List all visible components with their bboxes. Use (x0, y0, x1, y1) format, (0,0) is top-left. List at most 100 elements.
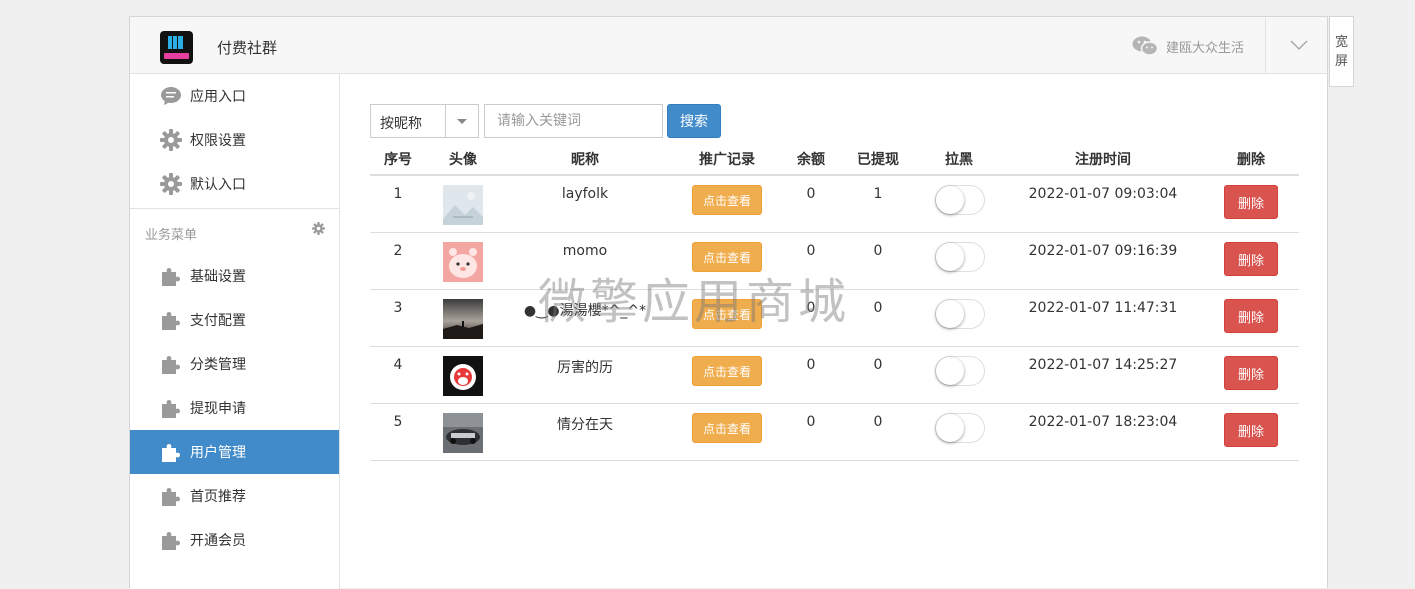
column-header: 删除 (1237, 152, 1265, 168)
delete-button[interactable]: 删除 (1224, 185, 1278, 219)
delete-button[interactable]: 删除 (1224, 413, 1278, 447)
register-time: 2022-01-07 09:16:39 (1028, 243, 1178, 259)
wechat-icon (1132, 36, 1158, 56)
chat-bubble-icon (160, 85, 182, 107)
gear-icon (160, 173, 182, 195)
sidebar-item-open-membership[interactable]: 开通会员 (130, 518, 339, 562)
delete-button[interactable]: 删除 (1224, 299, 1278, 333)
toggle-knob (936, 186, 964, 214)
sidebar-item-home-recommend[interactable]: 首页推荐 (130, 474, 339, 518)
balance: 0 (806, 186, 816, 202)
column-header: 拉黑 (945, 152, 973, 168)
withdrawn: 0 (873, 300, 883, 316)
top-divider (1265, 17, 1266, 74)
nickname: momo (562, 243, 608, 259)
search-button[interactable]: 搜索 (667, 104, 721, 138)
puzzle-icon (160, 265, 182, 287)
nickname: ●‿●湯湯櫻*^_^* (523, 303, 647, 319)
sidebar-item-label: 支付配置 (190, 313, 246, 329)
top-bar: 付费社群 建瓯大众生活 (130, 17, 1327, 74)
row-index: 4 (393, 357, 403, 373)
gear-icon[interactable] (312, 222, 325, 235)
sidebar-item-permissions[interactable]: 权限设置 (130, 118, 339, 162)
sidebar-divider (130, 208, 339, 209)
search-field-select[interactable]: 按昵称 (370, 104, 479, 138)
withdrawn: 0 (873, 243, 883, 259)
sidebar-item-label: 开通会员 (190, 533, 246, 549)
sidebar-item-user-manage[interactable]: 用户管理 (130, 430, 339, 474)
delete-button[interactable]: 删除 (1224, 356, 1278, 390)
balance: 0 (806, 414, 816, 430)
withdrawn: 0 (873, 357, 883, 373)
row-index: 2 (393, 243, 403, 259)
row-index: 3 (393, 300, 403, 316)
nickname: layfolk (561, 186, 609, 202)
column-header: 余额 (797, 152, 825, 168)
account-name: 建瓯大众生活 (1166, 40, 1245, 56)
view-referrals-button[interactable]: 点击查看 (692, 299, 762, 329)
column-header: 头像 (449, 152, 477, 168)
sidebar-section-title: 业务菜单 (145, 228, 198, 243)
sidebar-item-basic-settings[interactable]: 基础设置 (130, 254, 339, 298)
puzzle-icon (160, 353, 182, 375)
table-row: 5 情分在天 点击查看 0 0 2022-01-07 18:23:04 删除 (370, 404, 1299, 461)
view-referrals-button[interactable]: 点击查看 (692, 242, 762, 272)
sidebar-item-app-entry[interactable]: 应用入口 (130, 74, 339, 118)
chevron-down-icon[interactable] (1290, 39, 1308, 51)
blacklist-toggle[interactable] (935, 185, 985, 215)
column-header: 已提现 (857, 152, 899, 168)
sidebar-item-label: 权限设置 (190, 133, 246, 149)
app-title: 付费社群 (217, 39, 278, 57)
sidebar-item-category-manage[interactable]: 分类管理 (130, 342, 339, 386)
select-divider (445, 105, 446, 137)
view-referrals-button[interactable]: 点击查看 (692, 413, 762, 443)
view-referrals-button[interactable]: 点击查看 (692, 356, 762, 386)
sidebar-item-payment-config[interactable]: 支付配置 (130, 298, 339, 342)
view-referrals-button[interactable]: 点击查看 (692, 185, 762, 215)
gear-icon (160, 129, 182, 151)
blacklist-toggle[interactable] (935, 356, 985, 386)
nickname: 厉害的历 (557, 360, 613, 376)
avatar (443, 185, 483, 225)
avatar (443, 242, 483, 282)
column-header: 注册时间 (1075, 152, 1131, 168)
sidebar-item-label: 默认入口 (190, 177, 246, 193)
blacklist-toggle[interactable] (935, 413, 985, 443)
avatar (443, 413, 483, 453)
blacklist-toggle[interactable] (935, 299, 985, 329)
register-time: 2022-01-07 18:23:04 (1028, 414, 1178, 430)
puzzle-icon (160, 309, 182, 331)
wide-screen-toggle[interactable]: 宽屏 (1329, 16, 1354, 87)
table-row: 4 厉害的历 点击查看 0 0 2022-01-07 14:25:27 删除 (370, 347, 1299, 404)
register-time: 2022-01-07 14:25:27 (1028, 357, 1178, 373)
sidebar: 应用入口 权限设置 默认入口 业务菜单 基础设置支付配置分类管理提现申请用户管理… (130, 74, 340, 589)
blacklist-toggle[interactable] (935, 242, 985, 272)
toggle-knob (936, 414, 964, 442)
delete-button[interactable]: 删除 (1224, 242, 1278, 276)
account-switcher[interactable]: 建瓯大众生活 (1132, 36, 1244, 56)
search-field-value: 按昵称 (380, 116, 422, 132)
sidebar-item-label: 应用入口 (190, 89, 246, 105)
app-frame: 付费社群 建瓯大众生活 应用入口 权限设置 默认入口 业务菜单 基础设置 支付配… (129, 16, 1328, 589)
toggle-knob (936, 243, 964, 271)
search-input[interactable] (484, 104, 663, 138)
row-index: 5 (393, 414, 403, 430)
avatar (443, 356, 483, 396)
withdrawn: 0 (873, 414, 883, 430)
caret-down-icon (457, 119, 467, 124)
column-header: 推广记录 (699, 152, 755, 168)
column-header: 序号 (384, 152, 412, 168)
sidebar-item-label: 用户管理 (190, 445, 246, 461)
balance: 0 (806, 300, 816, 316)
balance: 0 (806, 243, 816, 259)
table-row: 1 layfolk 点击查看 0 1 2022-01-07 09:03:04 删除 (370, 176, 1299, 233)
puzzle-icon (160, 485, 182, 507)
sidebar-item-default-entry[interactable]: 默认入口 (130, 162, 339, 206)
column-header: 昵称 (571, 152, 599, 168)
register-time: 2022-01-07 09:03:04 (1028, 186, 1178, 202)
sidebar-item-label: 提现申请 (190, 401, 246, 417)
table-row: 3 ●‿●湯湯櫻*^_^* 点击查看 0 0 2022-01-07 11:47:31 删除 (370, 290, 1299, 347)
sidebar-item-withdraw-requests[interactable]: 提现申请 (130, 386, 339, 430)
puzzle-icon (160, 529, 182, 551)
table-header: 序号 头像 昵称 推广记录 余额 已提现 拉黑 注册时间 删除 (370, 142, 1299, 176)
